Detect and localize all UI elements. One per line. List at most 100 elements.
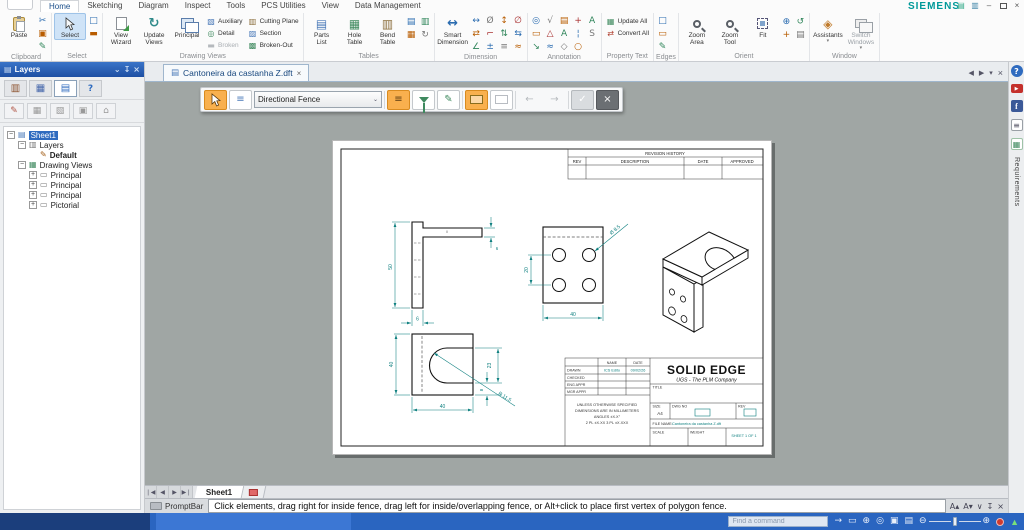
vertical-dimension-icon[interactable]: ↕	[498, 15, 511, 27]
select-options-icon[interactable]: □	[87, 15, 100, 27]
launch-icon[interactable]: ▲	[1010, 517, 1019, 527]
menu-tab-view[interactable]: View	[314, 0, 347, 12]
feature-control-frame-icon[interactable]: ▤	[558, 15, 571, 27]
panel-close-icon[interactable]: ×	[133, 65, 140, 74]
tree-item-default[interactable]: ✎Default	[4, 150, 140, 160]
cutting-plane-item[interactable]: ▥Cutting Plane	[246, 16, 301, 27]
hole-table-options-icon[interactable]: ▦	[405, 29, 418, 41]
tab-list-icon[interactable]: ▾	[989, 69, 993, 77]
prompt-dock-icon[interactable]: ≡	[1011, 119, 1023, 131]
chamfer-dimension-icon[interactable]: ⌐	[484, 28, 497, 40]
accept-button[interactable]: ✓	[571, 90, 594, 110]
tree-item-label[interactable]: Pictorial	[51, 201, 79, 210]
previous-view-icon[interactable]: ↺	[794, 16, 807, 28]
last-sheet-icon[interactable]: ▶❘	[181, 486, 193, 498]
tree-item-label[interactable]: Principal	[51, 181, 82, 190]
update-views-button[interactable]: ↻ Update Views	[138, 13, 170, 47]
style-icon[interactable]: ▤	[956, 1, 966, 10]
dimension-axis-icon[interactable]: ⇆	[512, 28, 525, 40]
collapse-box-icon[interactable]: −	[18, 161, 26, 169]
auto-dimension-icon[interactable]: ≈	[512, 41, 525, 53]
tab-close-icon[interactable]: ×	[998, 68, 1003, 78]
zoom-area-button[interactable]: Zoom Area	[681, 13, 713, 47]
section-view-item[interactable]: ▨Section	[246, 28, 301, 39]
menu-tab-inspect[interactable]: Inspect	[177, 0, 219, 12]
minimize-button[interactable]: –	[984, 1, 994, 10]
expand-box-icon[interactable]: +	[29, 171, 37, 179]
select-tool-button[interactable]	[204, 90, 227, 110]
zoom-icon[interactable]: ⊕	[780, 16, 793, 28]
center-mark-icon[interactable]: +	[572, 15, 585, 27]
help-doc-icon[interactable]: ▥	[970, 1, 980, 10]
detail-view-item[interactable]: ◎Detail	[204, 28, 245, 39]
prompt-options-button[interactable]: ≡	[229, 90, 252, 110]
deselect-forward-button[interactable]: →	[543, 90, 566, 110]
document-tab[interactable]: ▤ Cantoneira da castanha Z.dft ×	[163, 64, 309, 81]
bend-table-button[interactable]: ▥ Bend Table	[372, 13, 404, 47]
application-button[interactable]	[7, 0, 33, 10]
tree-item-pictorial[interactable]: +▭Pictorial	[4, 200, 140, 210]
sheet-tab-sheet1[interactable]: Sheet1	[195, 486, 245, 498]
zoom-dynamic-icon[interactable]: ◎	[876, 517, 884, 526]
cut-icon[interactable]: ✂	[36, 15, 49, 27]
rectangle-fence-button[interactable]	[465, 90, 488, 110]
pin-icon[interactable]: ↧	[987, 502, 994, 511]
tree-item-principal[interactable]: +▭Principal	[4, 180, 140, 190]
callout-icon[interactable]: ▭	[530, 28, 543, 40]
text-icon[interactable]: A	[586, 15, 599, 27]
hidden-edges-icon[interactable]: ▭	[656, 28, 669, 40]
collapse-box-icon[interactable]: −	[18, 141, 26, 149]
zoom-out-icon[interactable]: ⊖	[919, 517, 927, 526]
distance-between-icon[interactable]: ↔	[470, 15, 483, 27]
font-decrease-icon[interactable]: A▾	[963, 502, 973, 511]
bend-table-options-icon[interactable]: ▥	[419, 16, 432, 28]
visible-edges-icon[interactable]: □	[656, 15, 669, 27]
leader-icon[interactable]: ↘	[530, 41, 543, 53]
tab-scroll-right-icon[interactable]: ▶	[979, 69, 984, 77]
find-command-input[interactable]	[728, 516, 828, 527]
menu-tab-data-management[interactable]: Data Management	[347, 0, 429, 12]
validate-select-button[interactable]: ✎	[437, 90, 460, 110]
sheet-setup-icon[interactable]: ▤	[794, 29, 807, 41]
zoom-tool-button[interactable]: Zoom Tool	[714, 13, 746, 47]
update-all-button[interactable]: ▦Update All	[604, 16, 651, 27]
surface-texture-icon[interactable]: √	[544, 15, 557, 27]
menu-tab-pcs-utilities[interactable]: PCS Utilities	[253, 0, 313, 12]
run-command-arrow-icon[interactable]: →	[834, 517, 842, 526]
drawing-sheet[interactable]: REVISION HISTORY REV DESCRIPTION DATE AP…	[332, 140, 772, 455]
baseline-dimension-icon[interactable]: ≡	[498, 41, 511, 53]
menu-tab-sketching[interactable]: Sketching	[79, 0, 130, 12]
assistants-button[interactable]: ◈ Assistants ▾	[812, 13, 844, 44]
bolt-hole-circle-icon[interactable]: ○	[572, 41, 585, 53]
prompt-close-icon[interactable]: ×	[997, 502, 1004, 511]
edge-painter-icon[interactable]: ✎	[656, 41, 669, 53]
select-button[interactable]: Select	[54, 13, 86, 40]
polygon-fence-button[interactable]	[490, 90, 513, 110]
fit-screen-icon[interactable]: ▭	[848, 517, 857, 526]
hole-table-button[interactable]: ▦ Hole Table	[339, 13, 371, 47]
tree-item-label[interactable]: Sheet1	[29, 131, 58, 140]
panel-pin-icon[interactable]: ↧	[124, 65, 131, 74]
fence-mode-select[interactable]: Directional Fence ⌄	[254, 91, 382, 108]
format-painter-icon[interactable]: ✎	[36, 41, 49, 53]
balloon-icon[interactable]: ◎	[530, 15, 543, 27]
tree-item-label[interactable]: Principal	[51, 191, 82, 200]
show-layer-icon[interactable]: ▦	[27, 103, 47, 119]
stacked-dimension-icon[interactable]: ⇅	[498, 28, 511, 40]
document-tab-close-icon[interactable]: ×	[297, 69, 302, 78]
next-sheet-icon[interactable]: ▶	[169, 486, 181, 498]
cancel-button[interactable]: ×	[596, 90, 619, 110]
angle-between-icon[interactable]: ∠	[470, 41, 483, 53]
tree-item-label[interactable]: Layers	[40, 141, 64, 150]
parts-list-options-icon[interactable]: ▤	[405, 16, 418, 28]
select-tools-tab-icon[interactable]: ▦	[29, 80, 52, 97]
tab-scroll-left-icon[interactable]: ◀	[968, 69, 973, 77]
panel-chevron-icon[interactable]: ⌄	[114, 65, 121, 74]
collapse-box-icon[interactable]: −	[7, 131, 15, 139]
tree-item-label[interactable]: Drawing Views	[40, 161, 93, 170]
tree-item-layers[interactable]: −▥Layers	[4, 140, 140, 150]
tree-item-drawing-views[interactable]: −▦Drawing Views	[4, 160, 140, 170]
fit-button[interactable]: Fit	[747, 13, 779, 40]
zoom-slider[interactable]: ⊖ ⊕	[919, 517, 990, 526]
youtube-icon[interactable]: ▶	[1011, 84, 1023, 93]
